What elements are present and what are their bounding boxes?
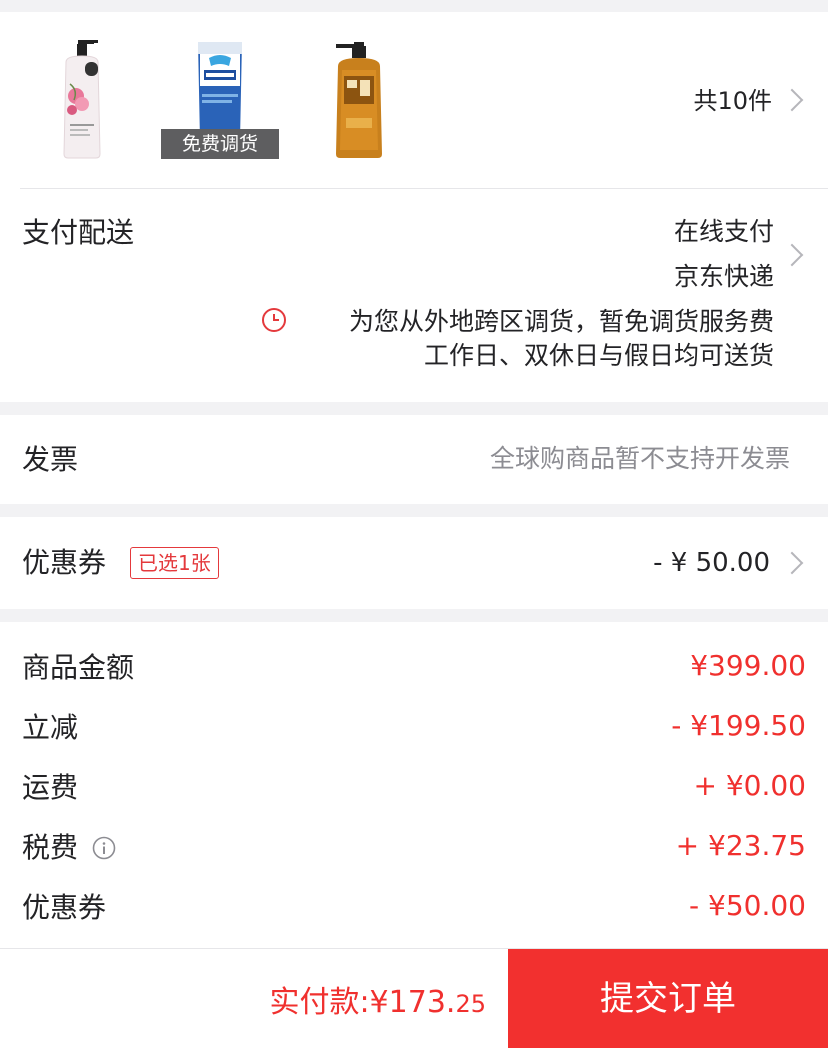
invoice-notice: 全球购商品暂不支持开发票	[489, 444, 790, 473]
coupon-row[interactable]: 优惠券 已选1张 - ¥ 50.00	[0, 517, 828, 609]
invoice-title: 发票	[22, 443, 79, 476]
goods-amount-label: 商品金额	[22, 651, 135, 684]
clock-icon	[262, 308, 286, 332]
info-icon[interactable]	[92, 836, 116, 860]
tax-label: 税费	[22, 831, 79, 864]
instant-discount-label: 立减	[22, 711, 79, 744]
instant-discount-value: - ¥199.50	[671, 709, 806, 742]
checkout-bar: 实付款:¥173.25 提交订单	[0, 948, 828, 1048]
tax-value: + ¥23.75	[675, 829, 806, 862]
chevron-right-icon[interactable]	[780, 243, 804, 267]
total-payable: 实付款:¥173.25	[269, 977, 486, 1021]
chevron-right-icon[interactable]	[780, 88, 804, 112]
shipping-value: + ¥0.00	[693, 769, 806, 802]
product-thumb-lotion[interactable]	[58, 40, 106, 160]
product-thumb-shampoo[interactable]	[332, 42, 392, 160]
shampoo-bottle-icon	[336, 42, 382, 158]
divider	[20, 188, 828, 189]
goods-amount-value: ¥399.00	[690, 649, 806, 682]
free-transfer-tag: 免费调货	[161, 129, 279, 159]
invoice-row[interactable]: 发票 全球购商品暂不支持开发票	[0, 415, 828, 504]
total-payable-main: 实付款:¥173.	[269, 985, 456, 1020]
delivery-schedule: 工作日、双休日与假日均可送货	[423, 341, 774, 370]
amount-breakdown: 商品金额 ¥399.00 立减 - ¥199.50 运费 + ¥0.00 税费 …	[0, 622, 828, 948]
coupon-selected-badge: 已选1张	[130, 547, 219, 579]
coupon-discount: - ¥ 50.00	[653, 548, 770, 578]
payment-method[interactable]: 在线支付	[674, 214, 774, 250]
coupon-title: 优惠券	[22, 546, 107, 579]
item-count[interactable]: 共10件	[693, 84, 772, 118]
delivery-method[interactable]: 京东快递	[674, 259, 774, 295]
lotion-bottle-icon	[63, 40, 101, 159]
coupon-amount-value: - ¥50.00	[689, 889, 806, 922]
submit-order-button[interactable]: 提交订单	[508, 949, 828, 1048]
order-items-section: 免费调货 共10件 支付配送 在线支付 京东快递 为您从外地跨区调货，暂免调货服…	[0, 12, 828, 402]
coupon-amount-label: 优惠券	[22, 891, 107, 924]
shipping-label: 运费	[22, 771, 79, 804]
payment-delivery-title: 支付配送	[22, 216, 135, 249]
transfer-notice: 为您从外地跨区调货，暂免调货服务费	[348, 307, 774, 336]
chevron-right-icon[interactable]	[780, 551, 804, 575]
total-payable-cents: 25	[455, 990, 486, 1018]
